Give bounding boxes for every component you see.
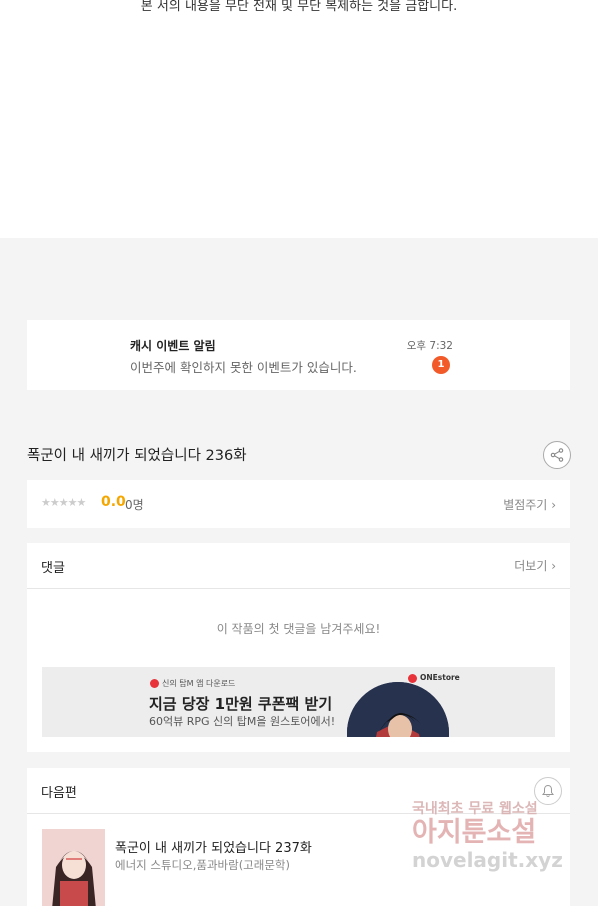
notification-badge: 1 [432, 356, 450, 374]
episode-title: 폭군이 내 새끼가 되었습니다 236화 [27, 448, 247, 464]
next-episode-author: 에너지 스튜디오,품과바람(고래문학) [115, 858, 290, 872]
notification-time: 오후 7:32 [406, 340, 453, 352]
ad-small-text: 신의 탑M 앱 다운로드 [150, 678, 235, 689]
divider [27, 588, 570, 589]
comments-section: 댓글 더보기 › 이 작품의 첫 댓글을 남겨주세요! 신의 탑M 앱 다운로드… [27, 543, 570, 752]
ad-small-label: 신의 탑M 앱 다운로드 [162, 679, 236, 688]
watermark-line1: 국내최초 무료 웹소설 [412, 801, 538, 817]
comments-more-label: 더보기 [514, 559, 548, 573]
event-notification[interactable]: 캐시 이벤트 알림 이번주에 확인하지 못한 이벤트가 있습니다. 오후 7:3… [27, 320, 570, 390]
watermark-line3: novelagit.xyz [412, 848, 563, 872]
onestore-logo-icon [150, 679, 159, 688]
next-episode-title[interactable]: 폭군이 내 새끼가 되었습니다 237화 [115, 837, 312, 856]
copyright-notice: 본 서의 내용을 무단 전재 및 무단 복제하는 것을 금합니다. [140, 0, 458, 14]
share-icon [550, 448, 564, 462]
notification-message: 이번주에 확인하지 못한 이벤트가 있습니다. [130, 360, 357, 375]
next-episode-thumbnail[interactable] [42, 829, 105, 906]
next-header: 다음편 [41, 786, 77, 801]
ad-character-image [347, 682, 449, 737]
bell-icon [542, 784, 554, 797]
rate-button-label: 별점주기 [503, 498, 548, 512]
notification-title: 캐시 이벤트 알림 [130, 339, 216, 353]
ad-banner[interactable]: 신의 탑M 앱 다운로드 지금 당장 1만원 쿠폰팩 받기 60억뷰 RPG 신… [42, 667, 555, 737]
watermark-line2: 아지툰소설 [412, 817, 537, 848]
watermark: 국내최초 무료 웹소설 아지툰소설 novelagit.xyz [412, 798, 582, 872]
chevron-right-icon: › [551, 498, 556, 512]
rating-count: 0명 [125, 498, 144, 512]
share-button[interactable] [543, 441, 571, 469]
onestore-logo-icon [408, 673, 417, 683]
rate-button[interactable]: 별점주기 › [503, 496, 556, 513]
chevron-right-icon: › [551, 559, 556, 573]
comments-header: 댓글 [41, 561, 65, 576]
ad-brand: ONEstore [408, 673, 460, 683]
comments-empty-message: 이 작품의 첫 댓글을 남겨주세요! [216, 622, 381, 636]
content-end-area [0, 0, 598, 238]
ad-headline: 지금 당장 1만원 쿠폰팩 받기 [149, 695, 333, 713]
rating-stars: ★★★★★ [41, 496, 86, 509]
rating-score: 0.0 [101, 494, 126, 510]
rating-bar: ★★★★★ 0.0 0명 별점주기 › [27, 480, 570, 528]
comments-more-button[interactable]: 더보기 › [514, 557, 556, 574]
ad-brand-label: ONEstore [420, 673, 460, 682]
ad-subtext: 60억뷰 RPG 신의 탑M을 원스토어에서! [149, 715, 336, 728]
